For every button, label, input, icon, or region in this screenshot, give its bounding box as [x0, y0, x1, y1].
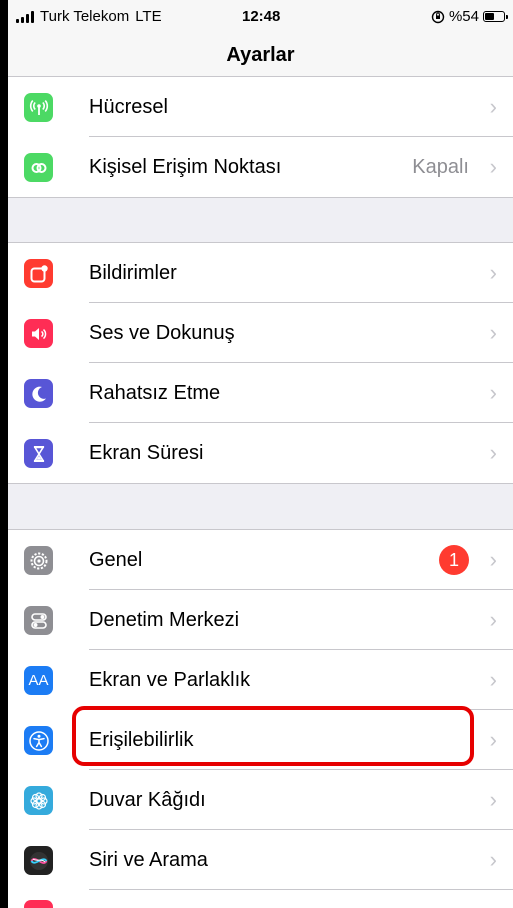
antenna-icon: [24, 93, 53, 122]
settings-row-partial[interactable]: [8, 890, 513, 908]
flower-icon: [24, 786, 53, 815]
chevron-right-icon: ›: [489, 847, 497, 872]
accessibility-highlight-annotation: [72, 706, 474, 766]
settings-row-personal-hotspot[interactable]: Kişisel Erişim Noktası Kapalı ›: [8, 137, 513, 197]
chevron-right-icon: ›: [489, 727, 497, 752]
chevron-right-icon: ›: [489, 260, 497, 285]
settings-row-label: Ekran ve Parlaklık: [89, 669, 251, 691]
settings-row-screen-time[interactable]: Ekran Süresi ›: [8, 423, 513, 483]
update-badge: 1: [439, 545, 469, 575]
clock: 12:48: [242, 8, 281, 25]
chevron-right-icon: ›: [489, 667, 497, 692]
hourglass-icon: [24, 439, 53, 468]
settings-row-siri-search[interactable]: Siri ve Arama ›: [8, 830, 513, 890]
settings-group-notifications: Bildirimler › Ses ve Dokunuş › Rahatsız …: [8, 242, 513, 484]
settings-row-label: Denetim Merkezi: [89, 609, 240, 631]
chevron-right-icon: ›: [489, 320, 497, 345]
app-icon: [24, 900, 53, 908]
chevron-right-icon: ›: [489, 787, 497, 812]
toggles-icon: [24, 606, 53, 635]
settings-row-sounds[interactable]: Ses ve Dokunuş ›: [8, 303, 513, 363]
chevron-right-icon: ›: [489, 440, 497, 465]
settings-row-label: Kişisel Erişim Noktası: [89, 156, 282, 178]
status-bar: Turk Telekom LTE 12:48 %54: [8, 0, 513, 34]
settings-row-label: Ses ve Dokunuş: [89, 322, 235, 344]
siri-icon: [24, 846, 53, 875]
accessibility-icon: [24, 726, 53, 755]
network-type: LTE: [135, 8, 162, 25]
page-title: Ayarlar: [226, 44, 295, 66]
settings-group-connectivity: Hücresel › Kişisel Erişim Noktası Kapalı…: [8, 76, 513, 198]
gear-icon: [24, 546, 53, 575]
settings-row-label: Hücresel: [89, 96, 168, 118]
settings-row-notifications[interactable]: Bildirimler ›: [8, 243, 513, 303]
settings-row-display-brightness[interactable]: AA Ekran ve Parlaklık ›: [8, 650, 513, 710]
carrier-name: Turk Telekom: [40, 8, 130, 25]
settings-row-label: Genel: [89, 549, 143, 571]
chevron-right-icon: ›: [489, 154, 497, 179]
settings-row-label: Duvar Kâğıdı: [89, 789, 206, 811]
hotspot-status-value: Kapalı: [412, 156, 469, 178]
settings-row-wallpaper[interactable]: Duvar Kâğıdı ›: [8, 770, 513, 830]
battery-status: %54: [431, 8, 508, 25]
settings-row-control-center[interactable]: Denetim Merkezi ›: [8, 590, 513, 650]
moon-icon: [24, 379, 53, 408]
settings-row-label: Bildirimler: [89, 262, 177, 284]
settings-row-label: Ekran Süresi: [89, 442, 204, 464]
chevron-right-icon: ›: [489, 607, 497, 632]
orientation-lock-icon: [431, 10, 445, 23]
notifications-icon: [24, 259, 53, 288]
text-size-icon: AA: [24, 666, 53, 695]
signal-strength-icon: [16, 10, 34, 23]
settings-row-label: Siri ve Arama: [89, 849, 208, 871]
settings-row-cellular[interactable]: Hücresel ›: [8, 77, 513, 137]
chevron-right-icon: ›: [489, 547, 497, 572]
chevron-right-icon: ›: [489, 380, 497, 405]
speaker-icon: [24, 319, 53, 348]
settings-screen: Turk Telekom LTE 12:48 %54 Ayarlar Hücre…: [8, 0, 513, 908]
carrier-info: Turk Telekom LTE: [16, 8, 162, 25]
settings-row-general[interactable]: Genel 1 ›: [8, 530, 513, 590]
link-icon: [24, 153, 53, 182]
chevron-right-icon: ›: [489, 94, 497, 119]
settings-row-label: Rahatsız Etme: [89, 382, 221, 404]
battery-percentage: %54: [448, 8, 479, 25]
settings-row-do-not-disturb[interactable]: Rahatsız Etme ›: [8, 363, 513, 423]
battery-icon: [483, 11, 508, 22]
